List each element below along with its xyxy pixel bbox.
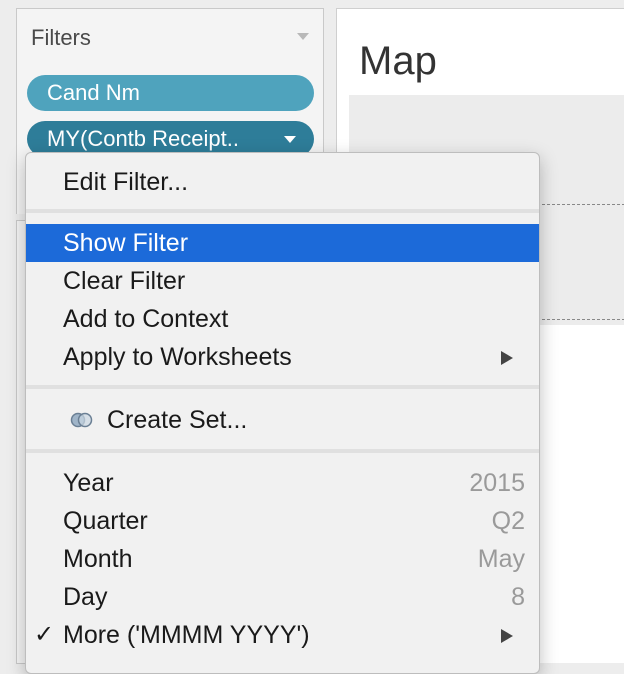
menu-item-label: Add to Context xyxy=(63,305,229,333)
map-divider xyxy=(537,319,624,320)
menu-item-add-to-context[interactable]: Add to Context xyxy=(26,300,539,338)
menu-item-label: Year xyxy=(63,469,114,497)
set-icon xyxy=(70,412,93,428)
menu-item-year[interactable]: Year 2015 xyxy=(26,464,539,502)
map-divider xyxy=(537,204,624,205)
menu-separator xyxy=(26,209,539,213)
filter-pill-label: MY(Contb Receipt.. xyxy=(47,126,239,151)
menu-item-label: Clear Filter xyxy=(63,267,186,295)
menu-item-apply-to-worksheets[interactable]: Apply to Worksheets xyxy=(26,338,539,376)
filter-context-menu: Edit Filter... Show Filter Clear Filter … xyxy=(25,152,540,674)
menu-item-create-set[interactable]: Create Set... xyxy=(26,401,539,439)
menu-item-label: Month xyxy=(63,545,133,573)
menu-item-clear-filter[interactable]: Clear Filter xyxy=(26,262,539,300)
chevron-down-icon[interactable] xyxy=(284,136,296,143)
filters-title: Filters xyxy=(31,25,91,50)
checkmark-icon: ✓ xyxy=(34,621,55,648)
menu-separator xyxy=(26,385,539,389)
menu-item-label: Apply to Worksheets xyxy=(63,343,292,371)
menu-item-more[interactable]: ✓ More ('MMMM YYYY') xyxy=(26,616,539,654)
menu-item-value: May xyxy=(477,545,525,573)
menu-item-label: Create Set... xyxy=(107,406,248,434)
menu-item-label: Show Filter xyxy=(63,229,189,257)
submenu-arrow-icon xyxy=(501,629,513,643)
filters-dropdown-icon[interactable] xyxy=(297,33,309,40)
menu-item-value: 8 xyxy=(511,583,525,611)
menu-item-edit-filter[interactable]: Edit Filter... xyxy=(26,163,539,201)
menu-item-month[interactable]: Month May xyxy=(26,540,539,578)
submenu-arrow-icon xyxy=(501,351,513,365)
sheet-title: Map xyxy=(359,39,437,83)
filter-pill-cand-nm[interactable]: Cand Nm xyxy=(27,75,314,111)
menu-separator xyxy=(26,449,539,453)
menu-item-quarter[interactable]: Quarter Q2 xyxy=(26,502,539,540)
filter-pill-label: Cand Nm xyxy=(47,80,140,105)
menu-item-label: Edit Filter... xyxy=(63,168,189,196)
menu-item-day[interactable]: Day 8 xyxy=(26,578,539,616)
menu-item-label: Day xyxy=(63,583,108,611)
menu-item-value: 2015 xyxy=(469,469,525,497)
menu-item-label: Quarter xyxy=(63,507,148,535)
menu-item-show-filter[interactable]: Show Filter xyxy=(26,224,539,262)
menu-item-value: Q2 xyxy=(491,507,525,535)
menu-item-label: More ('MMMM YYYY') xyxy=(63,621,310,649)
